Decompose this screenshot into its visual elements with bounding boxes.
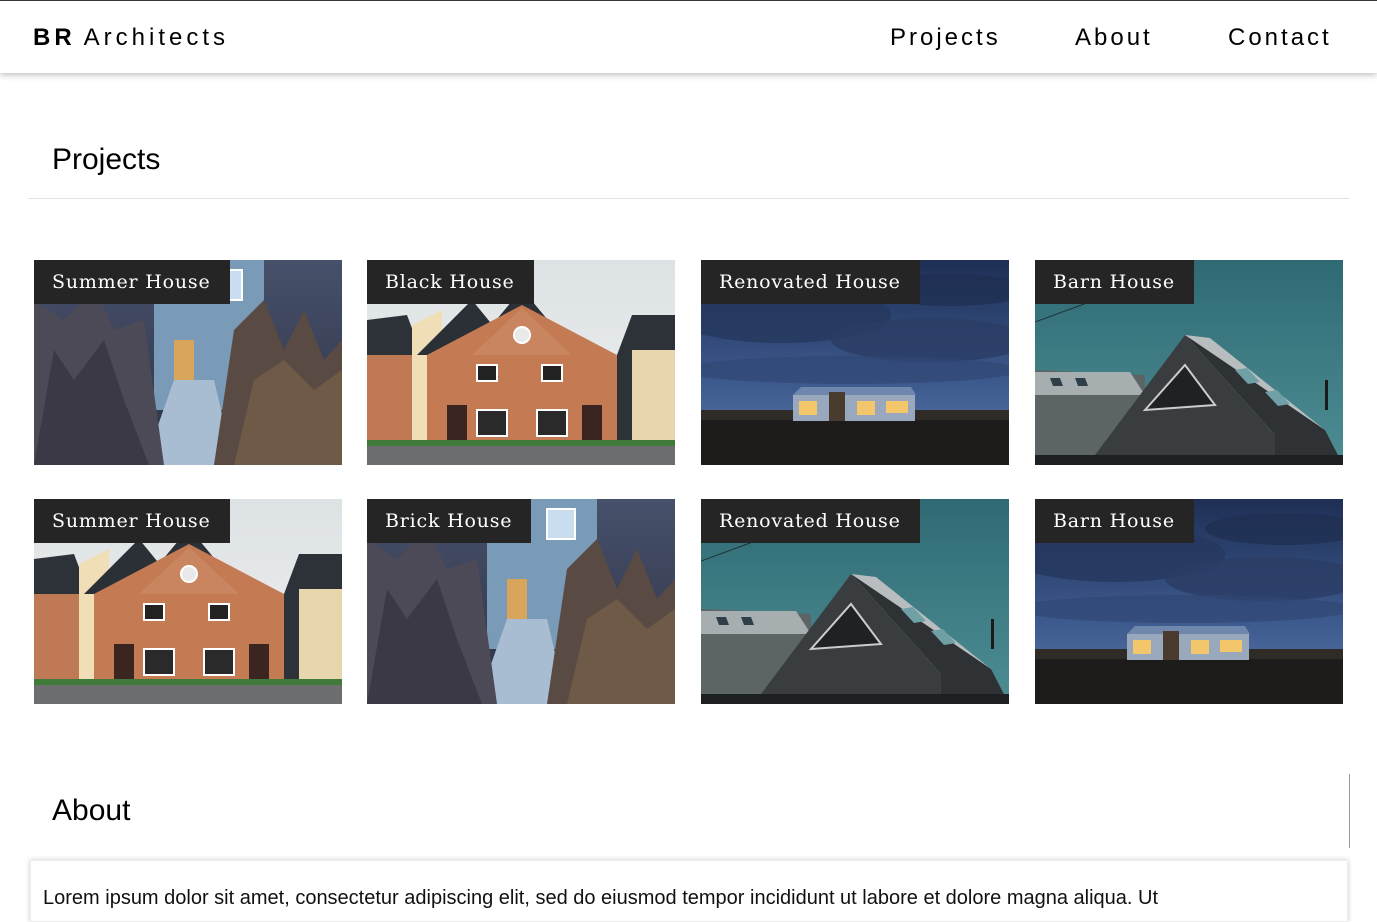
projects-divider: [28, 198, 1349, 199]
project-label: Brick House: [367, 499, 532, 543]
navbar: BR Architects Projects About Contact: [0, 1, 1377, 73]
project-label: Renovated House: [701, 499, 920, 543]
brand-name: Architects: [83, 24, 230, 51]
project-card[interactable]: Summer House: [34, 499, 342, 704]
nav-contact[interactable]: Contact: [1228, 24, 1332, 52]
project-label: Barn House: [1035, 499, 1194, 543]
about-text: Lorem ipsum dolor sit amet, consectetur …: [43, 887, 1159, 909]
project-card[interactable]: Barn House: [1035, 260, 1343, 465]
project-label: Summer House: [34, 260, 230, 304]
project-card[interactable]: Renovated House: [701, 260, 1009, 465]
about-card: Lorem ipsum dolor sit amet, consectetur …: [30, 860, 1348, 922]
vertical-divider: [1349, 774, 1350, 848]
project-card[interactable]: Brick House: [367, 499, 675, 704]
project-label: Summer House: [34, 499, 230, 543]
project-card[interactable]: Barn House: [1035, 499, 1343, 704]
nav-projects[interactable]: Projects: [890, 24, 1001, 52]
project-card[interactable]: Black House: [367, 260, 675, 465]
project-label: Barn House: [1035, 260, 1194, 304]
project-label: Black House: [367, 260, 534, 304]
projects-title: Projects: [52, 143, 161, 176]
project-card[interactable]: Renovated House: [701, 499, 1009, 704]
brand-initials: BR: [33, 24, 76, 51]
nav-about[interactable]: About: [1075, 24, 1153, 52]
about-title: About: [52, 794, 131, 827]
project-label: Renovated House: [701, 260, 920, 304]
brand-logo[interactable]: BR Architects: [33, 24, 229, 52]
project-card[interactable]: Summer House: [34, 260, 342, 465]
